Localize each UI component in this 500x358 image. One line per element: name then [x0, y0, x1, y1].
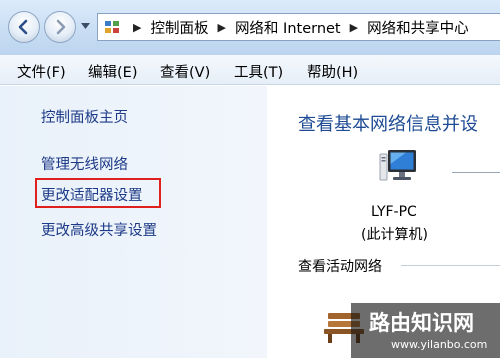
menu-file[interactable]: 文件(F)	[17, 61, 66, 82]
breadcrumb-control-panel[interactable]: 控制面板	[150, 17, 208, 38]
computer-name[interactable]: LYF-PC	[371, 204, 417, 220]
breadcrumb-separator[interactable]: ▶	[350, 22, 358, 33]
link-manage-wireless-networks[interactable]: 管理无线网络	[41, 153, 128, 174]
address-bar[interactable]: ▶ 控制面板 ▶ 网络和 Internet ▶ 网络和共享中心	[97, 13, 500, 41]
page-title: 查看基本网络信息并设	[298, 114, 478, 135]
recent-pages-dropdown[interactable]	[79, 20, 91, 32]
forward-button[interactable]	[44, 11, 76, 43]
watermark-url: www.yilanbo.com	[391, 338, 488, 351]
network-connection-line	[452, 172, 500, 173]
breadcrumb-network-sharing-center[interactable]: 网络和共享中心	[367, 17, 469, 38]
back-button[interactable]	[8, 11, 40, 43]
menu-tools[interactable]: 工具(T)	[234, 61, 283, 82]
control-panel-icon	[104, 19, 120, 35]
link-control-panel-home[interactable]: 控制面板主页	[41, 106, 128, 127]
menu-edit[interactable]: 编辑(E)	[88, 61, 137, 82]
forward-arrow-icon	[56, 19, 66, 35]
watermark-title: 路由知识网	[369, 311, 474, 335]
menu-bar: 文件(F) 编辑(E) 查看(V) 工具(T) 帮助(H)	[0, 55, 500, 85]
title-bar: ▶ 控制面板 ▶ 网络和 Internet ▶ 网络和共享中心	[0, 0, 500, 55]
menu-view[interactable]: 查看(V)	[160, 61, 210, 82]
breadcrumb-separator[interactable]: ▶	[133, 22, 141, 33]
chevron-down-icon	[80, 23, 90, 29]
watermark: 路由知识网 www.yilanbo.com	[351, 303, 500, 358]
section-divider	[401, 265, 500, 266]
menu-help[interactable]: 帮助(H)	[307, 61, 358, 82]
link-change-advanced-sharing-settings[interactable]: 更改高级共享设置	[41, 219, 157, 240]
computer-subtitle: (此计算机)	[361, 227, 428, 243]
highlight-box	[35, 178, 161, 208]
computer-monitor-icon[interactable]	[378, 146, 422, 190]
breadcrumb-separator[interactable]: ▶	[217, 22, 225, 33]
back-arrow-icon	[18, 19, 28, 35]
active-networks-heading: 查看活动网络	[298, 259, 382, 275]
breadcrumb-network-internet[interactable]: 网络和 Internet	[235, 17, 341, 38]
